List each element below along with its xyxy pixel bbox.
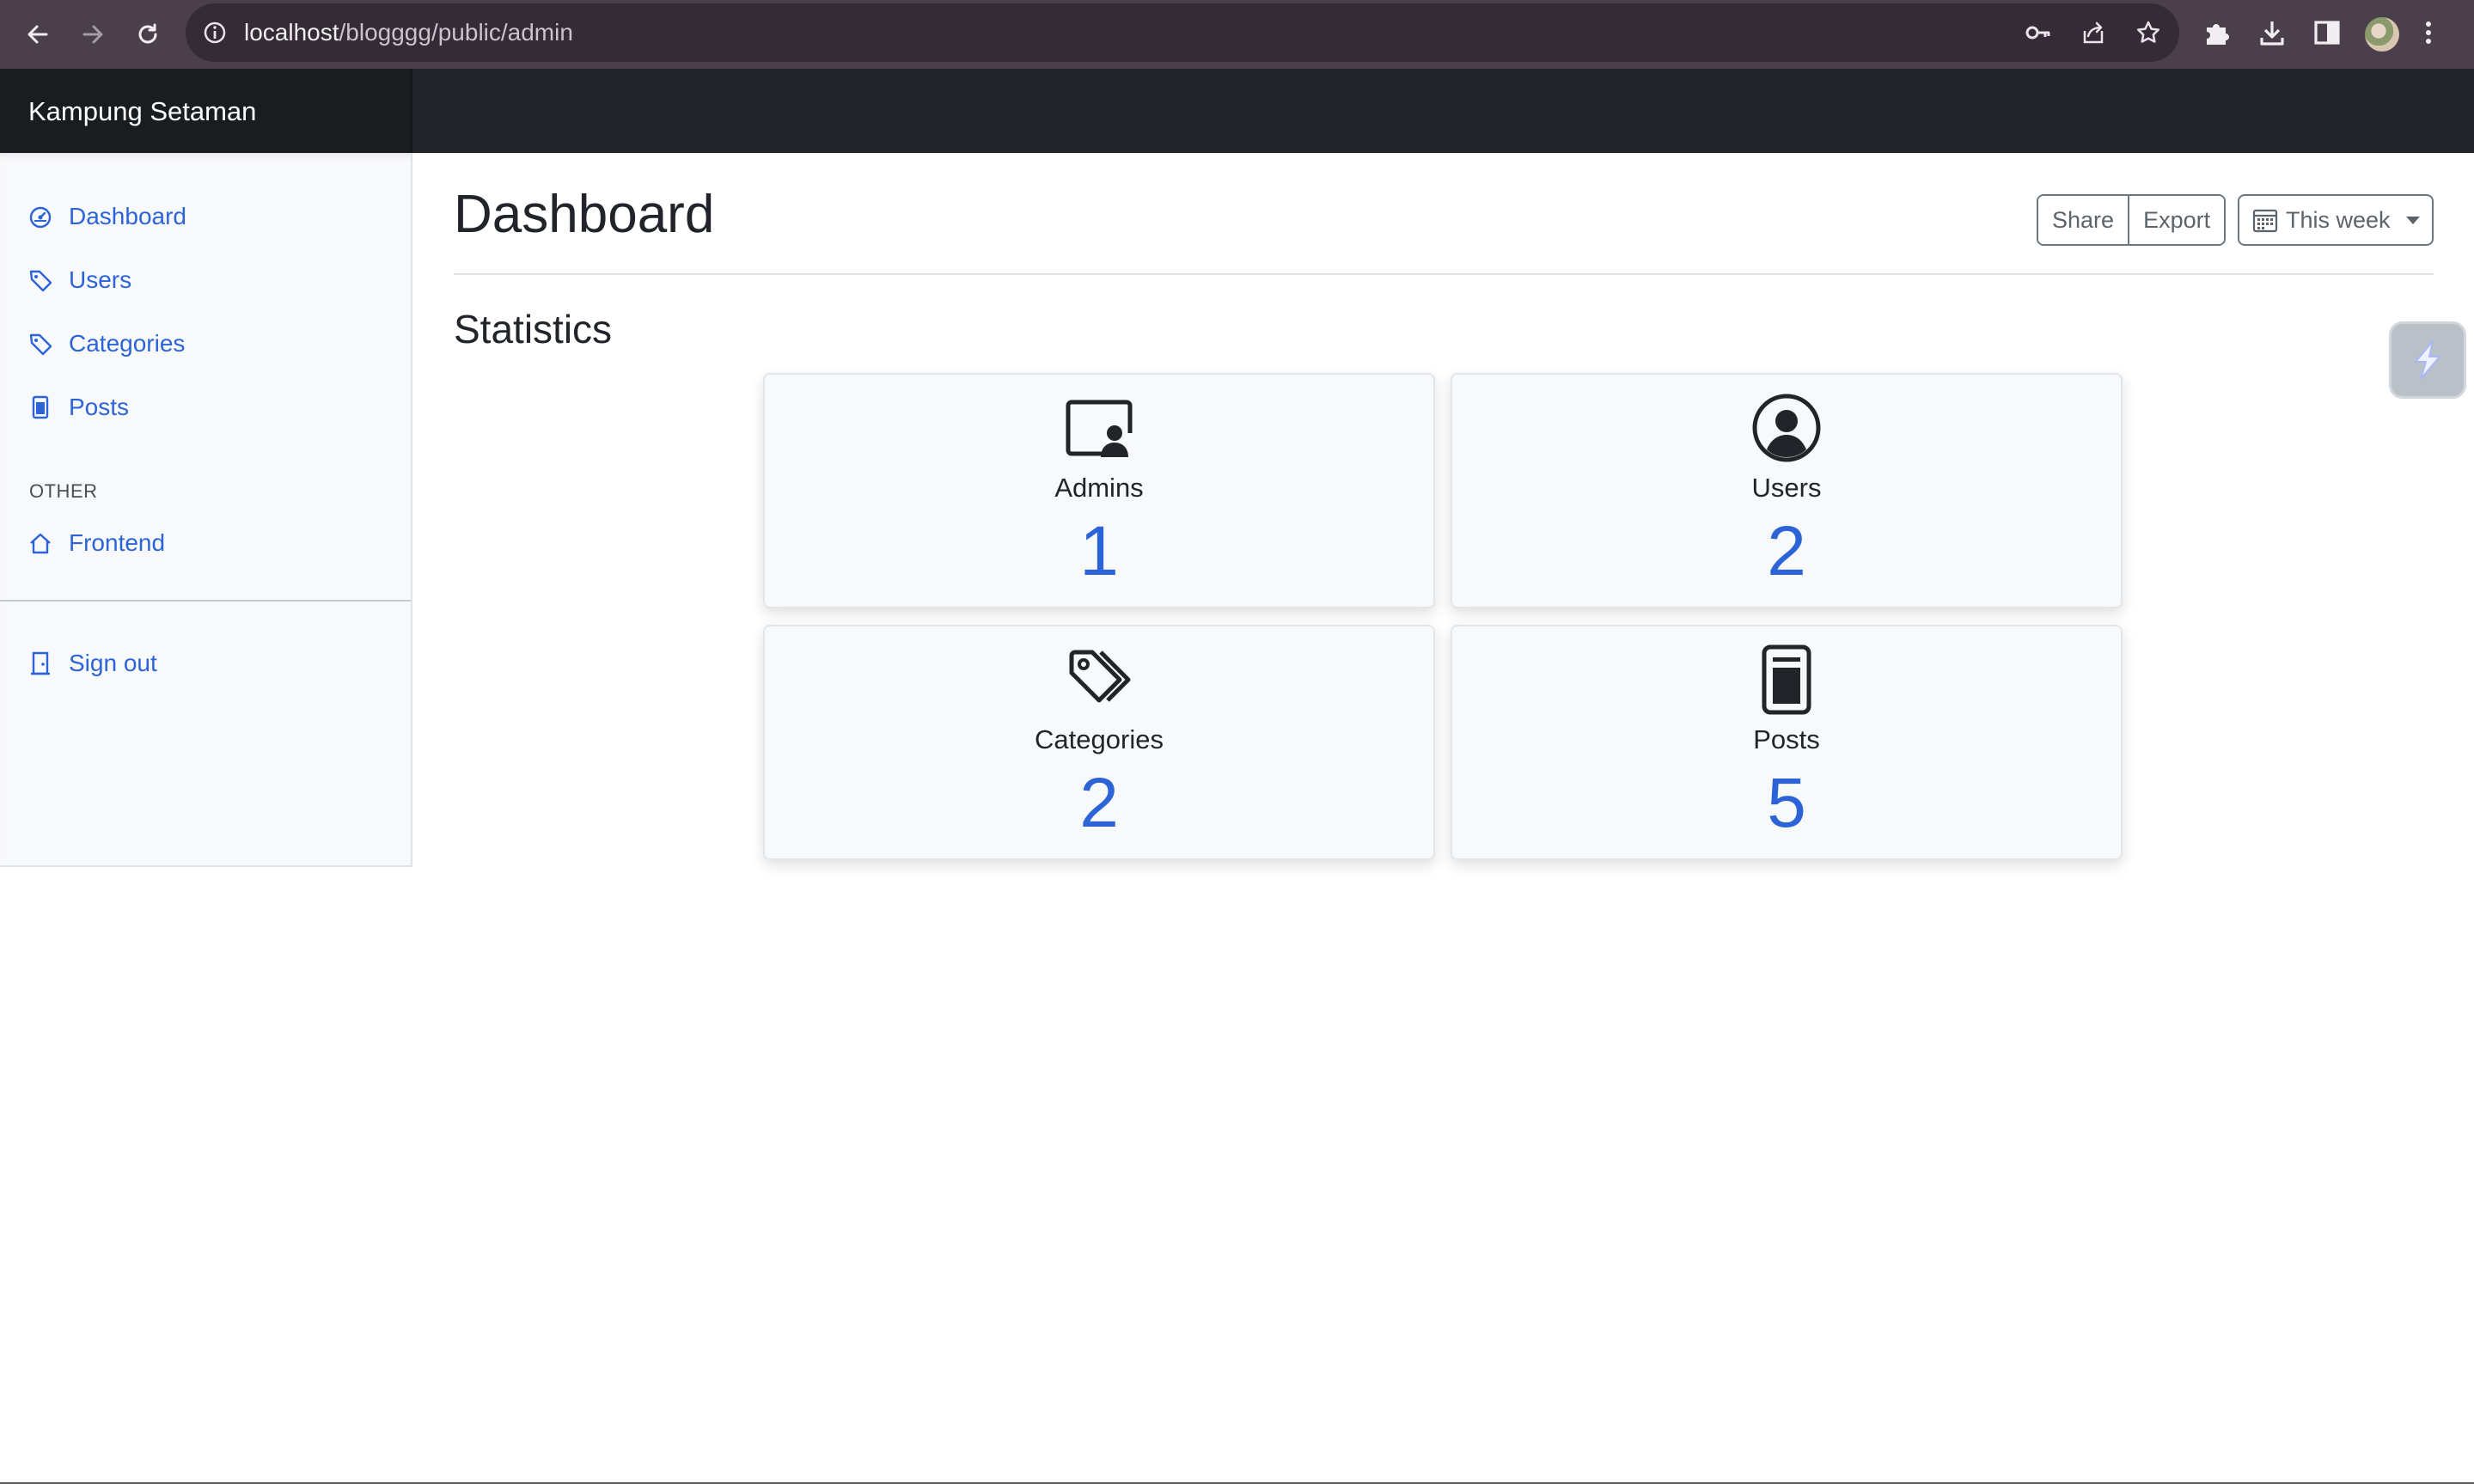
url-text[interactable]: localhost/blogggg/public/admin (244, 19, 573, 46)
tags-icon (1063, 644, 1135, 716)
address-bar[interactable]: localhost/blogggg/public/admin (186, 3, 2179, 62)
export-button[interactable]: Export (2128, 196, 2225, 244)
star-icon[interactable] (2135, 19, 2162, 46)
stat-card-admins[interactable]: Admins 1 (763, 373, 1435, 608)
period-dropdown[interactable]: This week (2238, 194, 2434, 246)
tag-icon (27, 267, 53, 293)
top-navbar: Kampung Setaman (0, 69, 2474, 153)
sidebar: Dashboard Users Categories Posts OTHER F… (0, 153, 412, 867)
calendar-icon (2251, 206, 2279, 234)
download-icon[interactable] (2257, 17, 2288, 48)
period-label: This week (2286, 206, 2391, 233)
caret-down-icon (2405, 216, 2420, 224)
stat-value: 2 (1079, 764, 1119, 842)
share-icon[interactable] (2080, 19, 2107, 46)
reload-icon[interactable] (129, 15, 167, 53)
brand-text: Kampung Setaman (28, 96, 257, 126)
stat-card-posts[interactable]: Posts 5 (1451, 625, 2123, 860)
sidebar-item-label: Frontend (69, 529, 166, 556)
sidebar-item-label: Users (69, 266, 132, 293)
back-icon[interactable] (19, 15, 57, 53)
stat-card-categories[interactable]: Categories 2 (763, 625, 1435, 860)
extensions-icon[interactable] (2202, 17, 2233, 48)
navbar-brand[interactable]: Kampung Setaman (0, 69, 412, 153)
section-title: Statistics (454, 307, 613, 351)
stat-value: 1 (1079, 512, 1119, 590)
forward-icon[interactable] (74, 15, 112, 53)
door-icon (27, 650, 53, 676)
key-icon[interactable] (2025, 19, 2052, 46)
site-info-icon[interactable] (201, 19, 229, 46)
lightning-icon (2415, 340, 2440, 380)
sidebar-item-signout[interactable]: Sign out (27, 643, 157, 684)
more-menu-icon[interactable] (2423, 17, 2434, 48)
url-path: /blogggg/public/admin (339, 19, 573, 46)
sidebar-item-categories[interactable]: Categories (27, 323, 185, 364)
sidebar-item-label: Sign out (69, 650, 157, 676)
page-title: Dashboard (454, 185, 715, 244)
stat-value: 2 (1767, 512, 1806, 590)
share-button[interactable]: Share (2038, 196, 2129, 244)
stat-label: Categories (1035, 724, 1164, 754)
title-divider (454, 273, 2434, 275)
floating-widget-button[interactable] (2389, 321, 2466, 399)
stat-label: Admins (1054, 473, 1144, 503)
side-panel-icon[interactable] (2312, 17, 2343, 48)
speedometer-icon (27, 204, 53, 229)
sidebar-item-label: Dashboard (69, 203, 186, 229)
stat-label: Users (1751, 473, 1822, 503)
stat-card-users[interactable]: Users 2 (1451, 373, 2123, 608)
sidebar-item-posts[interactable]: Posts (27, 387, 129, 428)
person-video-icon (1063, 392, 1135, 464)
stat-value: 5 (1767, 764, 1806, 842)
url-host: localhost (244, 19, 339, 46)
house-icon (27, 530, 53, 556)
sidebar-item-label: Categories (69, 330, 186, 357)
tag-icon (27, 331, 53, 357)
file-text-icon (1750, 644, 1823, 716)
profile-avatar[interactable] (2365, 17, 2399, 52)
stat-label: Posts (1753, 724, 1820, 754)
sidebar-heading-other: OTHER (29, 480, 98, 502)
browser-toolbar: localhost/blogggg/public/admin (0, 0, 2474, 69)
sidebar-item-dashboard[interactable]: Dashboard (27, 196, 186, 237)
person-circle-icon (1750, 392, 1823, 464)
sidebar-divider (0, 600, 411, 602)
sidebar-item-label: Posts (69, 394, 130, 420)
sidebar-item-users[interactable]: Users (27, 260, 131, 301)
file-icon (27, 394, 53, 420)
share-export-group: Share Export (2037, 194, 2227, 246)
sidebar-item-frontend[interactable]: Frontend (27, 522, 165, 564)
